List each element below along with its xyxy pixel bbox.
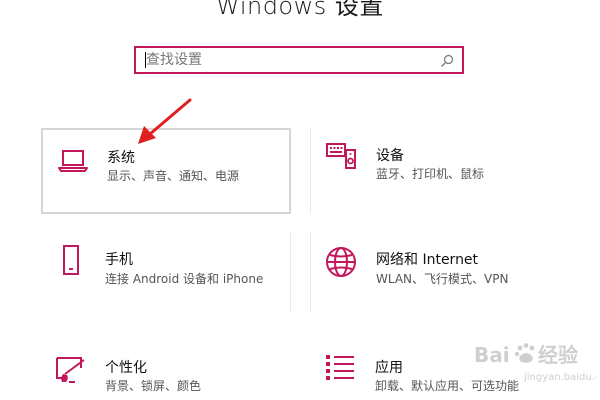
tile-desc: 显示、声音、通知、电源 xyxy=(107,169,240,183)
keyboard-speaker-icon xyxy=(325,140,357,172)
tile-desc: 连接 Android 设备和 iPhone xyxy=(105,272,264,286)
search-icon[interactable] xyxy=(440,53,454,67)
tile-title: 手机 xyxy=(105,252,133,268)
tile-devices[interactable]: 设备 蓝牙、打印机、鼠标 xyxy=(310,128,600,214)
tile-title: 设备 xyxy=(376,148,404,164)
apps-list-icon xyxy=(324,352,356,384)
search-input[interactable] xyxy=(136,48,436,72)
tile-title: 网络和 Internet xyxy=(376,252,479,268)
search-box[interactable] xyxy=(134,46,464,74)
tile-title: 应用 xyxy=(375,360,403,376)
tile-desc: 蓝牙、打印机、鼠标 xyxy=(376,167,485,181)
phone-icon xyxy=(55,244,87,276)
tile-apps[interactable]: 应用 卸载、默认应用、可选功能 xyxy=(310,340,600,400)
tile-title: 个性化 xyxy=(105,360,147,376)
page-title: Windows 设置 xyxy=(216,0,384,20)
tile-desc: WLAN、飞行模式、VPN xyxy=(376,272,509,286)
tile-title: 系统 xyxy=(107,150,135,166)
tile-desc: 卸载、默认应用、可选功能 xyxy=(375,379,520,393)
tile-personalization[interactable]: 个性化 背景、锁屏、颜色 xyxy=(41,340,291,400)
text-caret xyxy=(145,52,146,68)
tile-phone[interactable]: 手机 连接 Android 设备和 iPhone xyxy=(41,232,291,312)
tile-system[interactable]: 系统 显示、声音、通知、电源 xyxy=(41,128,291,214)
laptop-icon xyxy=(57,144,89,176)
tile-network[interactable]: 网络和 Internet WLAN、飞行模式、VPN xyxy=(310,232,600,312)
globe-icon xyxy=(325,246,357,278)
paintbrush-icon xyxy=(55,354,87,386)
tile-desc: 背景、锁屏、颜色 xyxy=(105,379,202,393)
